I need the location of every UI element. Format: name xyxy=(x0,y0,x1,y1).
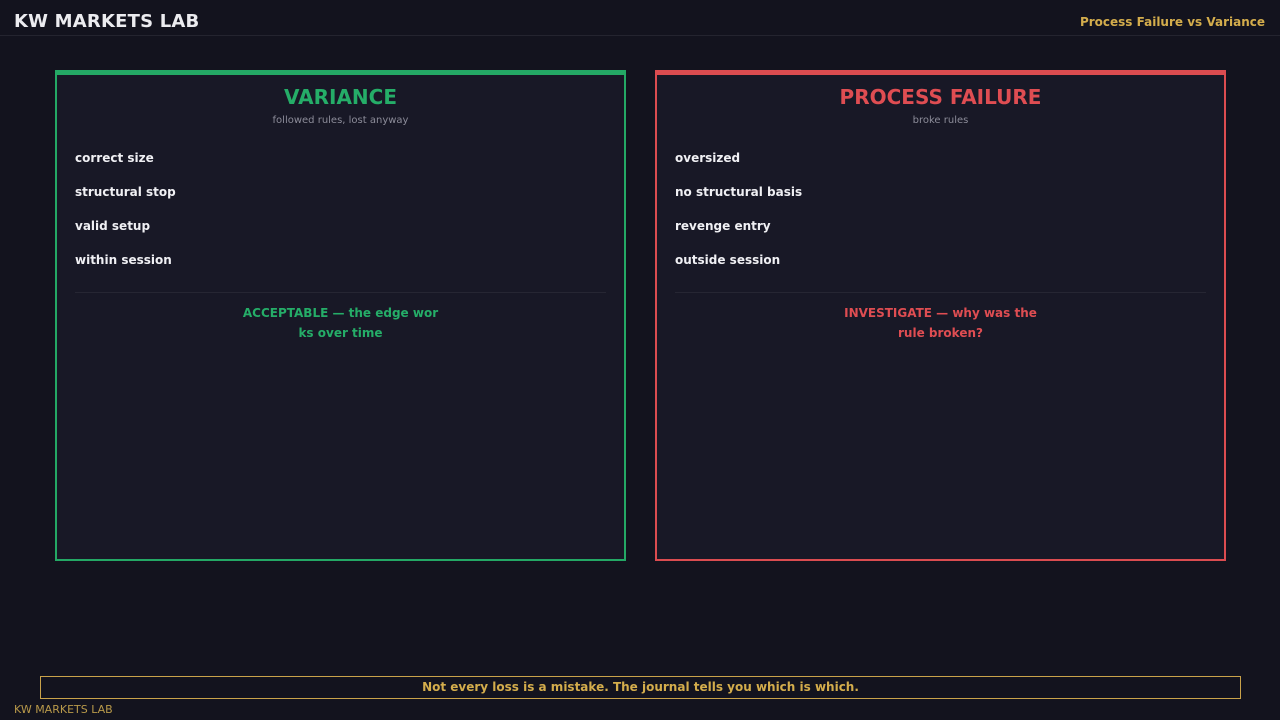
footer-takeaway-box: Not every loss is a mistake. The journal… xyxy=(40,676,1241,699)
topic-title: Process Failure vs Variance xyxy=(1079,15,1265,29)
header-bar: KW MARKETS LAB Process Failure vs Varian… xyxy=(0,0,1280,36)
process-failure-criterion: outside session xyxy=(675,253,781,267)
process-failure-divider xyxy=(675,292,1206,293)
process-failure-verdict: INVESTIGATE — why was the rule broken? xyxy=(844,306,1037,340)
process-failure-title: PROCESS FAILURE xyxy=(839,85,1042,109)
process-failure-criterion: oversized xyxy=(675,151,741,165)
variance-criterion: correct size xyxy=(75,151,154,165)
variance-panel: VARIANCE followed rules, lost anyway cor… xyxy=(55,70,626,561)
variance-title: VARIANCE xyxy=(284,85,397,109)
footer-brand: KW MARKETS LAB xyxy=(14,703,113,716)
variance-criteria-list: correct size structural stop valid setup… xyxy=(75,151,176,287)
process-failure-criterion: no structural basis xyxy=(675,185,803,199)
process-failure-subtitle: broke rules xyxy=(912,115,969,126)
process-failure-criterion: revenge entry xyxy=(675,219,771,233)
variance-criterion: within session xyxy=(75,253,172,267)
variance-criterion: structural stop xyxy=(75,185,176,199)
brand-title: KW MARKETS LAB xyxy=(14,11,200,32)
process-failure-panel: PROCESS FAILURE broke rules oversized no… xyxy=(655,70,1226,561)
variance-verdict: ACCEPTABLE — the edge works over time xyxy=(242,306,439,340)
variance-divider xyxy=(75,292,606,293)
variance-criterion: valid setup xyxy=(75,219,151,233)
variance-subtitle: followed rules, lost anyway xyxy=(272,115,409,126)
page: KW MARKETS LAB Process Failure vs Varian… xyxy=(0,0,1280,720)
process-failure-criteria-list: oversized no structural basis revenge en… xyxy=(675,151,802,287)
